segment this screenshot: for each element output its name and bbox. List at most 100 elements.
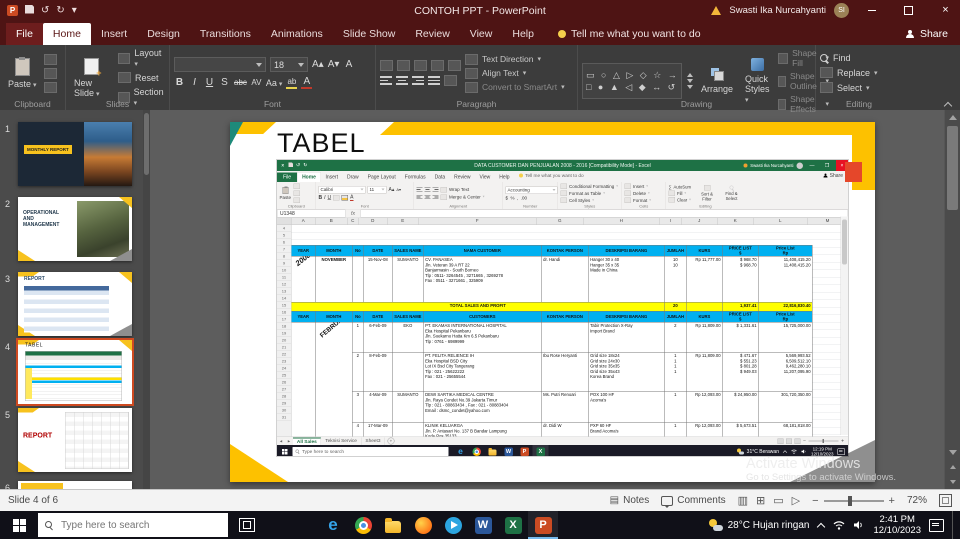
decrease-font-size-button[interactable]: A▾	[328, 59, 340, 70]
paste-button[interactable]: Paste	[4, 56, 40, 89]
next-slide-button[interactable]	[945, 475, 960, 489]
ppt-tab-review[interactable]: Review	[405, 23, 459, 45]
change-case-button[interactable]: Aa	[266, 78, 282, 88]
clear-formatting-button[interactable]: A	[343, 59, 354, 70]
zoom-out-button[interactable]: −	[812, 495, 818, 507]
tell-me-box[interactable]: Tell me what you want to do	[557, 28, 701, 45]
taskbar-app-excel[interactable]: X	[498, 511, 528, 539]
start-button[interactable]	[0, 511, 38, 539]
notes-button[interactable]: ▤ Notes	[610, 495, 650, 506]
customize-quick-access-button[interactable]: ▾	[72, 5, 77, 16]
slide-thumbnail-4[interactable]: TABEL	[16, 338, 134, 406]
bold-button[interactable]: B	[174, 77, 185, 88]
alert-icon[interactable]	[711, 6, 722, 15]
action-center-icon[interactable]	[929, 518, 944, 532]
ppt-tab-slide-show[interactable]: Slide Show	[333, 23, 406, 45]
ppt-tab-insert[interactable]: Insert	[91, 23, 137, 45]
taskbar-app-chrome[interactable]	[348, 511, 378, 539]
ppt-tab-help[interactable]: Help	[502, 23, 544, 45]
zoom-slider-thumb[interactable]	[847, 495, 852, 506]
slide-thumbnail-1[interactable]: MONTHLY REPORT	[18, 122, 132, 186]
weather-widget[interactable]: 28°C Hujan ringan	[708, 519, 809, 531]
zoom-percentage[interactable]: 72%	[907, 495, 927, 506]
copy-button[interactable]	[44, 67, 58, 79]
bullets-button[interactable]	[380, 60, 393, 71]
justify-button[interactable]	[428, 76, 440, 85]
highlight-color-button[interactable]: ab	[286, 76, 298, 89]
text-shadow-button[interactable]: S	[219, 77, 230, 88]
reset-button[interactable]: Reset	[117, 72, 165, 83]
shapes-gallery[interactable]: ▭ ○ △ ▷ ◇ ☆ → □ ● ▲ ◁ ◆ ↔ ↺	[582, 63, 682, 99]
increase-indent-button[interactable]	[431, 60, 444, 71]
slide-thumbnail-6[interactable]	[18, 481, 132, 489]
zoom-slider[interactable]	[823, 495, 884, 506]
ppt-tab-file[interactable]: File	[6, 23, 43, 45]
new-slide-button[interactable]: New Slide	[70, 57, 114, 98]
account-name[interactable]: Swasti Ika Nurcahyanti	[729, 5, 826, 16]
cut-button[interactable]	[44, 53, 58, 65]
slide-thumbnail-5[interactable]: REPORT	[18, 408, 132, 472]
normal-view-button[interactable]: ▥	[738, 494, 748, 507]
layout-button[interactable]: Layout	[117, 48, 165, 68]
scrollbar-thumb[interactable]	[144, 113, 149, 175]
task-view-button[interactable]	[228, 511, 266, 539]
align-text-button[interactable]: Align Text	[465, 67, 526, 79]
ppt-tab-transitions[interactable]: Transitions	[190, 23, 261, 45]
redo-button[interactable]: ↻	[56, 5, 64, 16]
taskbar-app-firefox[interactable]	[408, 511, 438, 539]
volume-icon[interactable]	[853, 520, 865, 530]
minimize-button[interactable]	[857, 0, 886, 21]
slide-sorter-button[interactable]: ⊞	[756, 494, 765, 507]
align-center-button[interactable]	[396, 76, 408, 85]
taskbar-clock[interactable]: 2:41 PM 12/10/2023	[873, 514, 921, 536]
reading-view-button[interactable]: ▭	[773, 494, 783, 507]
thumbnail-panel-scrollbar[interactable]	[143, 110, 150, 489]
undo-button[interactable]: ↺	[41, 5, 49, 16]
replace-button[interactable]: Replace	[820, 67, 878, 78]
scrollbar-thumb[interactable]	[947, 126, 958, 210]
previous-slide-button[interactable]	[945, 460, 960, 474]
ppt-tab-animations[interactable]: Animations	[261, 23, 333, 45]
convert-smartart-button[interactable]: Convert to SmartArt	[465, 81, 565, 93]
slide-thumbnail-2[interactable]: OPERATIONAL AND MANAGEMENT	[18, 197, 132, 261]
align-left-button[interactable]	[380, 76, 392, 85]
network-icon[interactable]	[833, 520, 845, 530]
taskbar-app-powerpoint[interactable]: P	[528, 511, 558, 539]
slide-thumbnail-3[interactable]: REPORT	[18, 272, 132, 336]
fit-slide-to-window-button[interactable]	[939, 494, 952, 507]
columns-button[interactable]	[444, 75, 457, 86]
line-spacing-button[interactable]	[448, 60, 461, 71]
hidden-icons-chevron[interactable]	[817, 521, 825, 529]
restore-button[interactable]	[894, 0, 923, 21]
excel-screenshot-image[interactable]: X ↺ ↻ DATA CUSTOMER DAN PENJUALAN 2008 -…	[277, 160, 848, 456]
font-color-button[interactable]: A	[301, 76, 313, 89]
share-button[interactable]: Share	[906, 28, 948, 45]
numbering-button[interactable]	[397, 60, 410, 71]
character-spacing-button[interactable]: AV	[251, 78, 262, 87]
increase-font-size-button[interactable]: A▴	[312, 59, 324, 70]
slide-canvas[interactable]: TABEL X ↺ ↻ DATA CUSTOMER DAN PENJUALAN …	[230, 122, 875, 482]
ppt-tab-design[interactable]: Design	[137, 23, 190, 45]
align-right-button[interactable]	[412, 76, 424, 85]
taskbar-search[interactable]	[38, 513, 228, 537]
arrange-button[interactable]: Arrange	[697, 68, 737, 94]
main-vertical-scrollbar[interactable]	[944, 110, 960, 489]
show-desktop-button[interactable]	[952, 511, 957, 539]
font-name-select[interactable]	[174, 57, 266, 72]
text-direction-button[interactable]: Text Direction	[465, 53, 541, 65]
comments-button[interactable]: Comments	[661, 495, 726, 508]
save-button[interactable]	[25, 4, 34, 17]
slide-title[interactable]: TABEL	[277, 128, 366, 159]
taskbar-app-edge[interactable]: e	[318, 511, 348, 539]
close-button[interactable]: ×	[931, 0, 960, 21]
zoom-in-button[interactable]: +	[889, 495, 895, 507]
font-size-select[interactable]: 18	[270, 57, 308, 72]
decrease-indent-button[interactable]	[414, 60, 427, 71]
slideshow-button[interactable]: ▷	[792, 494, 800, 507]
strikethrough-button[interactable]: abc	[234, 78, 247, 87]
shapes-gallery-scroll[interactable]	[687, 73, 693, 89]
collapse-ribbon-button[interactable]	[944, 101, 952, 107]
underline-button[interactable]: U	[204, 77, 215, 88]
italic-button[interactable]: I	[189, 77, 200, 88]
ppt-tab-view[interactable]: View	[460, 23, 503, 45]
